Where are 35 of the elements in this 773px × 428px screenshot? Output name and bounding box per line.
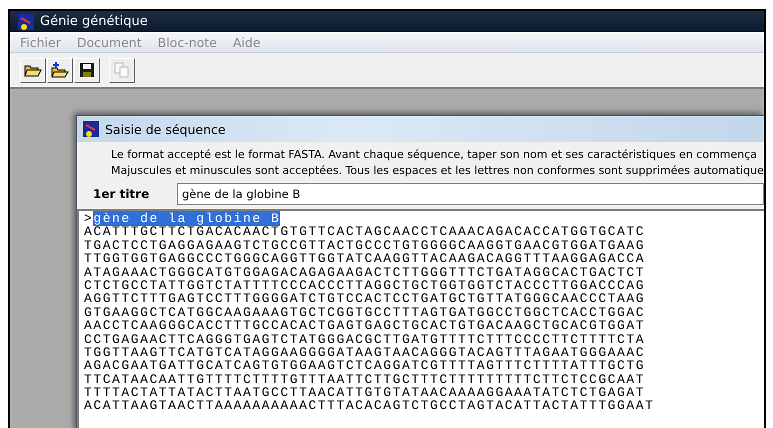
- sequence-line: CTCTGCCTATTGGTCTATTTTCCCACCCTTAGGCTGCTGGTGGTCTACCCTTGGACCCAG: [84, 278, 646, 292]
- sequence-line: GTGAAGGCTCATGGCAAGAAAGTGCTCGGTGCCTTTAGTGATGGCCTGGCTCACCTGGAC: [84, 306, 646, 320]
- sequence-line: AGGTTCTTTGAGTCCTTTGGGGATCTGTCCACTCCTGATGCTGTTATGGGCAACCCTAAG: [84, 292, 646, 306]
- sequence-line: TGACTCCTGAGGAGAAGTCTGCCGTTACTGCCCTGTGGGGCAAGGTGAACGTGGATGAAG: [84, 238, 646, 252]
- sequence-editor[interactable]: [77, 209, 764, 428]
- sequence-line: TTGGTGGTGAGGCCCTGGGCAGGTTGGTATCAAGGTTACAAGACAGGTTTAAGGAGACCA: [84, 252, 646, 266]
- sequence-line: ACATTTGCTTCTGACACAACTGTGTTCACTAGCAACCTCAAACAGACACCATGGTGCATC: [84, 225, 646, 239]
- folder-plus-icon: [51, 62, 69, 78]
- app-icon: [83, 121, 99, 137]
- sequence-line: AACCTCAAGGGCACCTTTGCCACACTGAGTGAGCTGCACTGTGACAAGCTGCACGTGGAT: [84, 319, 646, 333]
- instruction-text: Majuscules et minuscules sont acceptées. Tous les espaces et les lettres non conformes sont supprimées automatique: [111, 163, 764, 179]
- sequence-line: TTCATAACAATTGTTTTCTTTTGTTTAATTCTTGCTTTCTTTTTTTTTCTTCTCCGCAAT: [84, 372, 646, 386]
- copy-icon: [114, 62, 130, 78]
- dialog-title: Saisie de séquence: [105, 122, 226, 136]
- app-icon: [18, 14, 34, 30]
- open-button[interactable]: [20, 58, 46, 82]
- window-title: Génie génétique: [40, 14, 148, 29]
- sequence-line: CCTGAGAACTTCAGGGTGAGTCTATGGGACGCTTGATGTTTTCTTTCCCCTTCTTTTCTA: [84, 332, 646, 346]
- sequence-line: TTTTACTATTATACTTAATGCCTTAACATTGTGTATAACAAAAGGAAATATCTCTGAGAT: [84, 386, 646, 400]
- instruction-text: Le format accepté est le format FASTA. Avant chaque séquence, taper son nom et ses caractéristiques en commença: [111, 147, 758, 163]
- save-icon: [79, 62, 95, 78]
- sequence-line: ACATTAAGTAACTTAAAAAAAAAACTTTACACAGTCTGCCTAGTACATTACTATTTGGAAT: [84, 399, 656, 413]
- field-label: 1er titre: [93, 187, 150, 201]
- title-field[interactable]: gène de la globine B: [177, 183, 764, 205]
- menu-item[interactable]: Aide: [232, 34, 261, 50]
- menu-item[interactable]: Document: [76, 34, 142, 50]
- save-button[interactable]: [74, 58, 100, 82]
- menu-item[interactable]: Fichier: [20, 34, 61, 50]
- sequence-line: AGACGAATGATTGCATCAGTGTGGAAGTCTCAGGATCGTTTTAGTTTCTTTTATTTGCTG: [84, 359, 646, 373]
- sequence-line: TGGTTAAGTTCATGTCATAGGAAGGGGATAAGTAACAGGGTACAGTTTAGAATGGGAAAC: [84, 346, 646, 360]
- menu-item[interactable]: Bloc-note: [158, 34, 217, 50]
- header-prefix: >: [84, 211, 94, 226]
- folder-button[interactable]: [47, 58, 73, 82]
- selected-header-text: gène de la globine B: [93, 211, 280, 226]
- sequence-line: ATAGAAACTGGGCATGTGGAGACAGAGAAGACTCTTGGGTTTCTGATAGGCACTGACTCT: [84, 266, 646, 279]
